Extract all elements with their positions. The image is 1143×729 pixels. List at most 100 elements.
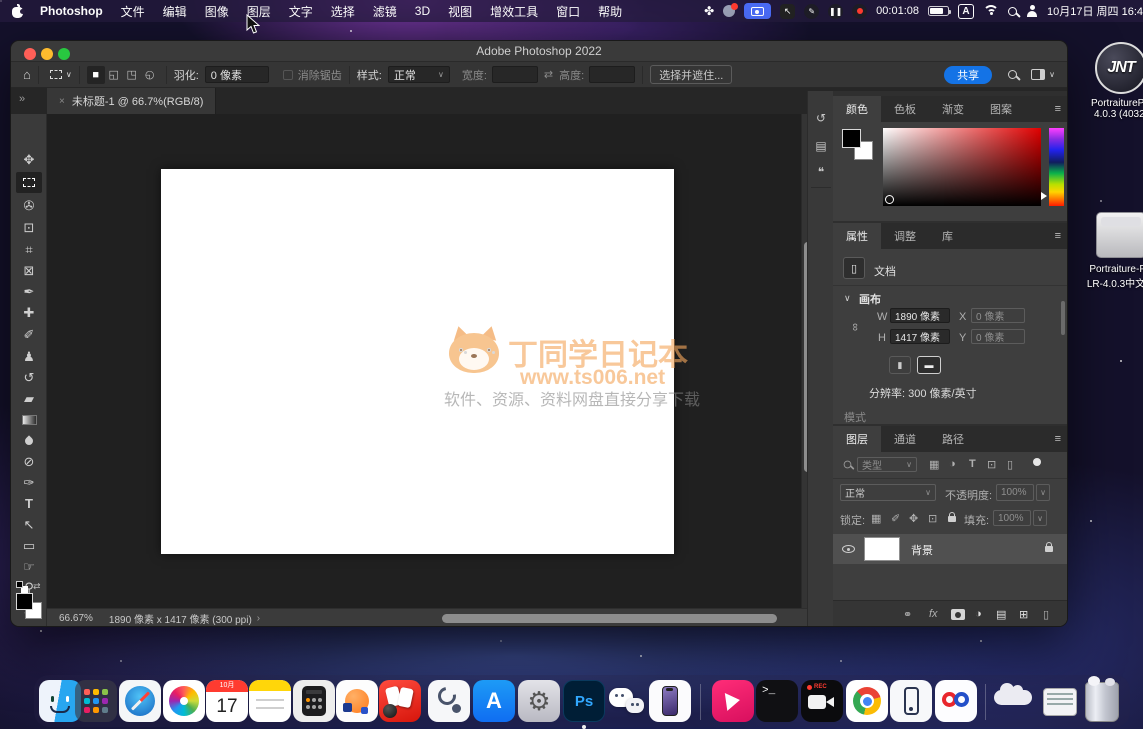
dock-phone-tool[interactable] (890, 680, 932, 722)
canvas-section-chevron[interactable]: ∨ (844, 293, 851, 304)
style-select[interactable]: 正常∨ (388, 66, 450, 83)
eyedropper-tool[interactable]: ✒ (16, 281, 42, 302)
horizontal-scrollbar-thumb[interactable] (442, 614, 777, 623)
home-icon[interactable]: ⌂ (23, 67, 31, 82)
tab-channels[interactable]: 通道 (881, 426, 929, 452)
libraries-panel-icon[interactable]: ▤ (812, 137, 830, 155)
frame-tool[interactable]: ⊠ (16, 260, 42, 281)
dock-chrome[interactable] (846, 680, 888, 722)
healing-brush-tool[interactable]: ✚ (16, 302, 42, 323)
dock-app-store[interactable]: A (473, 680, 515, 722)
filter-adjustment-icon[interactable]: ◑ (949, 458, 956, 470)
new-group-icon[interactable]: ▤ (996, 608, 1006, 621)
tab-adjustments[interactable]: 调整 (881, 223, 929, 249)
dock-pink-video-app[interactable] (712, 680, 754, 722)
cursor-tool-icon[interactable]: ↖ (780, 4, 795, 19)
canvas-pasteboard[interactable] (47, 114, 801, 608)
dock-minimized-window[interactable] (1043, 688, 1077, 716)
menu-select[interactable]: 选择 (322, 3, 364, 20)
portraiture-app-icon[interactable]: JNT (1095, 42, 1143, 94)
dock-minimized-window-cloud[interactable] (994, 690, 1032, 705)
swap-dimensions-icon[interactable]: ⇄ (544, 68, 553, 81)
tab-layers[interactable]: 图层 (833, 426, 881, 452)
color-panel-swatches[interactable] (842, 129, 876, 163)
antialias-checkbox[interactable] (283, 70, 293, 80)
desktop-icon-portraiture-dmg[interactable]: Portraiture-PS LR-4.0.3中文版 (1071, 212, 1143, 290)
dock-app-orange[interactable] (336, 680, 378, 722)
share-button[interactable]: 共享 (944, 66, 992, 84)
properties-panel-menu-icon[interactable]: ≡ (1055, 230, 1061, 242)
lock-transparency-icon[interactable]: ▦ (871, 512, 881, 525)
dmg-box-icon[interactable] (1096, 212, 1143, 258)
lasso-tool[interactable]: ✇ (16, 195, 42, 216)
foreground-color-swatch[interactable] (16, 593, 33, 610)
menu-app-name[interactable]: Photoshop (31, 4, 112, 18)
orientation-landscape-button[interactable]: ▬ (917, 356, 941, 374)
selection-subtract-icon[interactable]: ◳ (123, 66, 141, 84)
menu-3d[interactable]: 3D (406, 4, 439, 18)
dock-photos[interactable] (163, 680, 205, 722)
annotate-pencil-icon[interactable]: ✎ (804, 4, 819, 19)
hue-slider[interactable] (1049, 128, 1064, 206)
blur-tool[interactable] (16, 430, 42, 451)
blend-mode-select[interactable]: 正常∨ (840, 484, 936, 501)
layer-name[interactable]: 背景 (911, 542, 933, 558)
select-and-mask-button[interactable]: 选择并遮住... (650, 65, 732, 84)
eraser-tool[interactable]: ▰ (16, 388, 42, 409)
user-switch-icon[interactable] (1026, 5, 1038, 17)
rings-app-icon[interactable]: ✤ (704, 5, 714, 17)
layer-row-background[interactable]: 背景 (833, 534, 1068, 564)
dock-screen-recorder[interactable]: REC (801, 680, 843, 722)
add-mask-icon[interactable] (951, 609, 965, 620)
feather-input[interactable]: 0 像素 (205, 66, 269, 83)
apple-menu-icon[interactable] (12, 5, 23, 18)
status-chevron[interactable]: › (257, 613, 260, 624)
document-canvas[interactable] (161, 169, 674, 554)
tab-color[interactable]: 颜色 (833, 96, 881, 122)
move-tool[interactable]: ✥ (16, 149, 42, 170)
dock-calendar[interactable]: 10月 17 (206, 680, 248, 722)
pen-tool[interactable]: ✑ (16, 472, 42, 493)
document-tab[interactable]: × 未标题-1 @ 66.7%(RGB/8) (47, 88, 216, 114)
pause-recording-icon[interactable]: ❚❚ (828, 4, 843, 19)
lock-artboard-icon[interactable]: ⊡ (928, 512, 937, 525)
tab-libraries[interactable]: 库 (929, 223, 966, 249)
fill-dropdown-chevron[interactable]: ∨ (1033, 510, 1047, 526)
dock-launchpad[interactable] (75, 680, 117, 722)
layers-panel-menu-icon[interactable]: ≡ (1055, 433, 1061, 445)
brush-tool[interactable]: ✐ (16, 324, 42, 345)
tab-gradients[interactable]: 渐变 (929, 96, 977, 122)
dock-wechat[interactable] (606, 680, 648, 722)
type-tool[interactable]: T (16, 493, 42, 514)
width-input[interactable] (492, 66, 538, 83)
workspace-switcher-icon[interactable]: ∨ (1031, 69, 1055, 80)
current-tool-icon[interactable]: ∨ (50, 70, 72, 79)
selection-add-icon[interactable]: ◱ (105, 66, 123, 84)
marquee-tool[interactable] (16, 172, 42, 193)
saturation-brightness-field[interactable] (883, 128, 1041, 206)
input-source-switcher[interactable]: A (958, 4, 974, 19)
history-brush-tool[interactable]: ↺ (16, 367, 42, 388)
dock-photoshop[interactable]: Ps (563, 680, 605, 722)
menu-help[interactable]: 帮助 (589, 3, 631, 20)
menu-view[interactable]: 视图 (439, 3, 481, 20)
link-layers-icon[interactable]: ⚭ (903, 608, 912, 621)
tab-paths[interactable]: 路径 (929, 426, 977, 452)
canvas-x-field[interactable]: 0 像素 (971, 308, 1025, 323)
dodge-tool[interactable]: ⊘ (16, 451, 42, 472)
menu-file[interactable]: 文件 (112, 3, 154, 20)
shape-tool[interactable]: ▭ (16, 535, 42, 556)
window-titlebar[interactable]: Adobe Photoshop 2022 (11, 41, 1067, 62)
path-select-tool[interactable]: ↖ (16, 514, 42, 535)
lock-all-icon[interactable] (948, 516, 956, 522)
filter-image-icon[interactable]: ▦ (929, 458, 939, 471)
delete-layer-icon[interactable]: ▯ (1043, 608, 1049, 621)
dock-trash[interactable] (1085, 682, 1119, 722)
menu-edit[interactable]: 编辑 (154, 3, 196, 20)
dock-calculator[interactable] (293, 680, 335, 722)
menu-image[interactable]: 图像 (196, 3, 238, 20)
dock-terminal[interactable]: >_ (756, 680, 798, 722)
menubar-clock[interactable]: 10月17日 周四 16:4 (1047, 3, 1143, 19)
selection-new-icon[interactable]: ■ (87, 66, 105, 84)
color-panel-menu-icon[interactable]: ≡ (1055, 103, 1061, 115)
